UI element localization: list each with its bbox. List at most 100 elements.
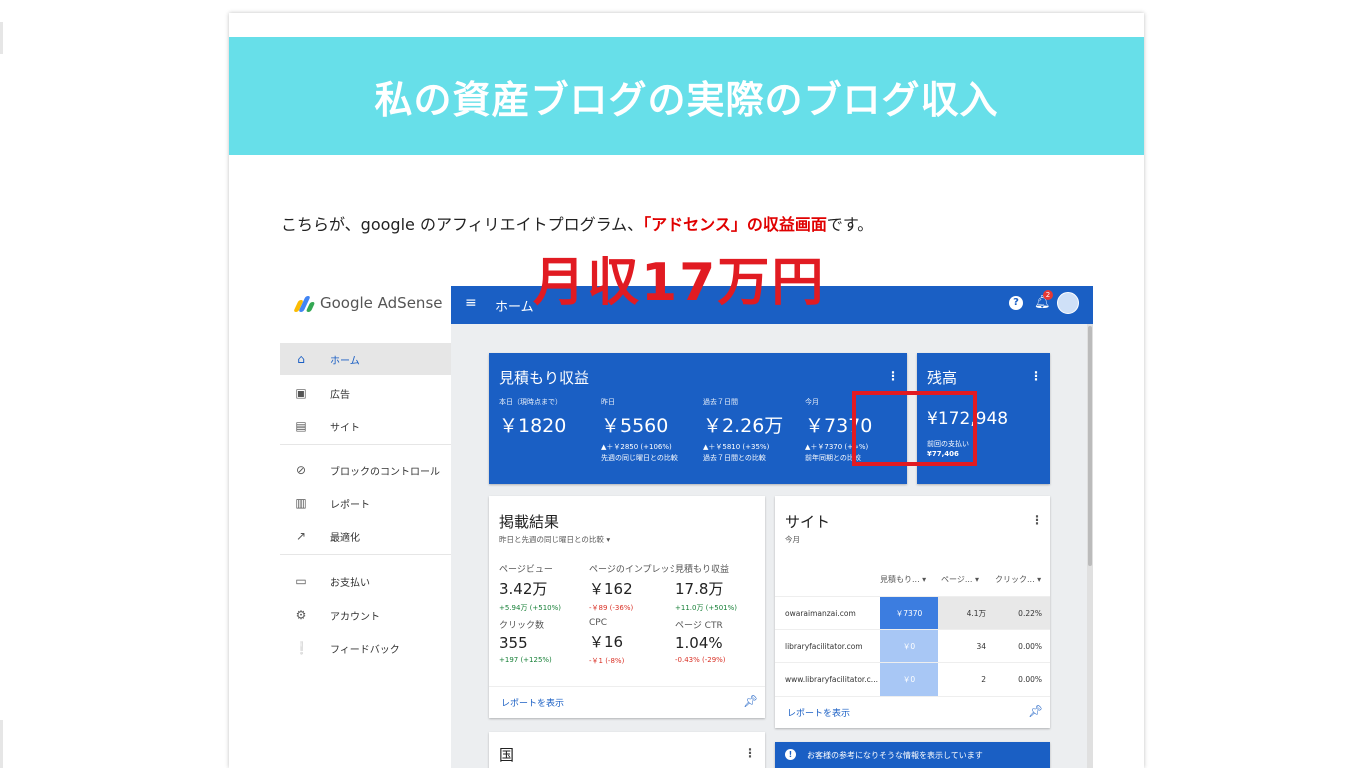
notification-badge: 2	[1043, 290, 1053, 300]
sidebar-item-label: サイト	[330, 422, 360, 434]
earnings-label: 昨日	[601, 398, 615, 406]
col-header-label: ページ...	[941, 575, 973, 584]
adsense-logo-text: Google AdSense	[320, 294, 443, 312]
site-pageviews: 2	[981, 675, 986, 684]
estimated-earnings-card: 見積もり収益 ⋮ 本日（現時点まで） ￥1820 昨日 ￥5560 ▲＋￥285…	[489, 353, 907, 484]
comparison-label: 昨日と先週の同じ曜日との比較	[499, 535, 604, 544]
sidebar-item-feedback[interactable]: ❕ フィードバック	[280, 632, 451, 664]
sidebar-item-label: ホーム	[330, 355, 360, 367]
more-icon[interactable]: ⋮	[887, 369, 899, 383]
metric-delta: +197 (+125%)	[499, 656, 552, 664]
pin-icon[interactable]: 📌︎	[1028, 704, 1043, 718]
adsense-logo: Google AdSense	[293, 290, 443, 316]
table-row[interactable]: libraryfacilitator.com ￥0 34 0.00%	[775, 629, 1050, 663]
feedback-icon: ❕	[294, 641, 309, 655]
sidebar-item-blocking[interactable]: ⊘ ブロックのコントロール	[280, 454, 451, 486]
col-header-clicks[interactable]: クリック... ▾	[995, 574, 1041, 585]
sites-icon: ▤	[295, 419, 307, 433]
sidebar-item-label: ブロックのコントロール	[330, 466, 440, 478]
period-label: 今月	[785, 535, 800, 544]
card-divider	[775, 696, 1050, 697]
sidebar-item-home[interactable]: ⌂ ホーム	[280, 343, 451, 375]
more-icon[interactable]: ⋮	[1030, 369, 1042, 383]
card-title: サイト	[785, 513, 831, 531]
account-icon: ⚙	[295, 608, 307, 622]
sidebar-item-optimize[interactable]: ↗ 最適化	[280, 520, 451, 552]
earnings-compare: 先週の同じ曜日との比較	[601, 454, 678, 462]
metric-value: 355	[499, 634, 528, 652]
sidebar-item-sites[interactable]: ▤ サイト	[280, 410, 451, 442]
metric-value: 1.04%	[675, 634, 723, 652]
site-earnings: ￥0	[880, 663, 938, 696]
block-icon: ⊘	[295, 463, 307, 477]
earnings-delta: ▲＋￥5810 (+35%)	[703, 443, 770, 451]
help-icon[interactable]: ?	[1009, 296, 1023, 310]
site-ctr: 0.00%	[1018, 642, 1042, 651]
metric-label: ページのインプレッション収益	[589, 565, 674, 575]
table-row[interactable]: www.libraryfacilitator.c... ￥0 2 0.00%	[775, 662, 1050, 696]
metric-delta: -￥89 (-36%)	[589, 604, 634, 612]
site-earnings: ￥0	[880, 630, 938, 663]
sidebar-divider	[280, 444, 451, 445]
scrollbar[interactable]	[1087, 324, 1093, 768]
sidebar-item-label: レポート	[330, 499, 370, 511]
topbar-title: ホーム	[495, 300, 534, 315]
metric-ctr: ページ CTR 1.04% -0.43% (-29%)	[675, 618, 726, 664]
site-ctr: 0.22%	[992, 597, 1050, 630]
card-title: 国	[499, 746, 515, 764]
metric-label: 見積もり収益	[675, 565, 730, 575]
table-row[interactable]: owaraimanzai.com ￥7370 4.1万 0.22%	[775, 596, 1050, 630]
metric-delta: +11.0万 (+501%)	[675, 604, 738, 612]
view-report-link[interactable]: レポートを表示	[501, 696, 564, 709]
sidebar-item-ads[interactable]: ▣ 広告	[280, 377, 451, 409]
sidebar-item-label: 広告	[330, 389, 350, 401]
metric-label: ページ CTR	[675, 621, 723, 631]
sidebar-item-account[interactable]: ⚙ アカウント	[280, 599, 451, 631]
card-divider	[489, 686, 765, 687]
home-icon: ⌂	[297, 352, 305, 366]
more-icon[interactable]: ⋮	[1031, 513, 1043, 527]
col-header-pageviews[interactable]: ページ... ▾	[941, 574, 979, 585]
earnings-yesterday: 昨日 ￥5560 ▲＋￥2850 (+106%) 先週の同じ曜日との比較	[601, 397, 678, 464]
ads-icon: ▣	[295, 386, 307, 400]
sidebar-item-label: アカウント	[330, 611, 380, 623]
pin-icon[interactable]: 📌︎	[743, 694, 758, 708]
metric-delta: -0.43% (-29%)	[675, 656, 726, 664]
optimize-icon: ↗	[295, 529, 307, 543]
card-title: 見積もり収益	[499, 369, 590, 387]
menu-icon[interactable]: ≡	[465, 295, 477, 311]
earnings-value: ￥5560	[601, 415, 669, 437]
adsense-main: ≡ ホーム ? 🔔︎ 2 見積もり収益 ⋮ 本日（現時点まで） ￥1820 昨日…	[451, 286, 1093, 768]
view-report-link[interactable]: レポートを表示	[787, 706, 850, 719]
comparison-dropdown[interactable]: 昨日と先週の同じ曜日との比較 ▾	[499, 534, 610, 545]
site-pageviews: 34	[976, 642, 986, 651]
metric-value: 17.8万	[675, 580, 724, 598]
intro-paragraph: こちらが、google のアフィリエイトプログラム、「アドセンス」の収益画面です…	[281, 211, 873, 235]
adsense-screenshot: Google AdSense ⌂ ホーム ▣ 広告 ▤ サイト ⊘ ブロックのコ…	[280, 286, 1093, 768]
metric-rpm: ページのインプレッション収益 ￥162 -￥89 (-36%)	[589, 562, 674, 613]
more-icon[interactable]: ⋮	[744, 746, 756, 760]
sidebar-item-label: お支払い	[330, 577, 370, 589]
heading-banner: 私の資産ブログの実際のブログ収入	[229, 37, 1144, 155]
adsense-sidebar: Google AdSense ⌂ ホーム ▣ 広告 ▤ サイト ⊘ ブロックのコ…	[280, 286, 452, 768]
scrollbar-thumb[interactable]	[1088, 326, 1092, 566]
avatar[interactable]	[1057, 292, 1079, 314]
sites-card: サイト 今月 ⋮ 見積もり... ▾ ページ... ▾ クリック... ▾ ow…	[775, 496, 1050, 728]
earnings-label: 本日（現時点まで）	[499, 398, 562, 406]
intro-suffix: です。	[826, 215, 874, 234]
sidebar-item-reports[interactable]: ▥ レポート	[280, 487, 451, 519]
sidebar-item-payments[interactable]: ▭ お支払い	[280, 565, 451, 597]
metric-delta: +5.94万 (+510%)	[499, 604, 562, 612]
payments-icon: ▭	[295, 574, 307, 588]
col-header-earnings[interactable]: 見積もり... ▾	[880, 574, 926, 585]
site-pageviews: 4.1万	[938, 597, 992, 630]
sidebar-item-label: 最適化	[330, 532, 360, 544]
sidebar-divider	[280, 554, 451, 555]
monthly-income-overlay: 月収17万円	[533, 253, 826, 313]
metric-pageviews: ページビュー 3.42万 +5.94万 (+510%)	[499, 562, 561, 613]
earnings-today: 本日（現時点まで） ￥1820	[499, 397, 566, 438]
site-name: owaraimanzai.com	[785, 609, 856, 618]
card-title: 掲載結果	[499, 513, 560, 531]
metric-clicks: クリック数 355 +197 (+125%)	[499, 618, 552, 664]
metric-cpc: CPC ￥16 -￥1 (-8%)	[589, 618, 624, 666]
